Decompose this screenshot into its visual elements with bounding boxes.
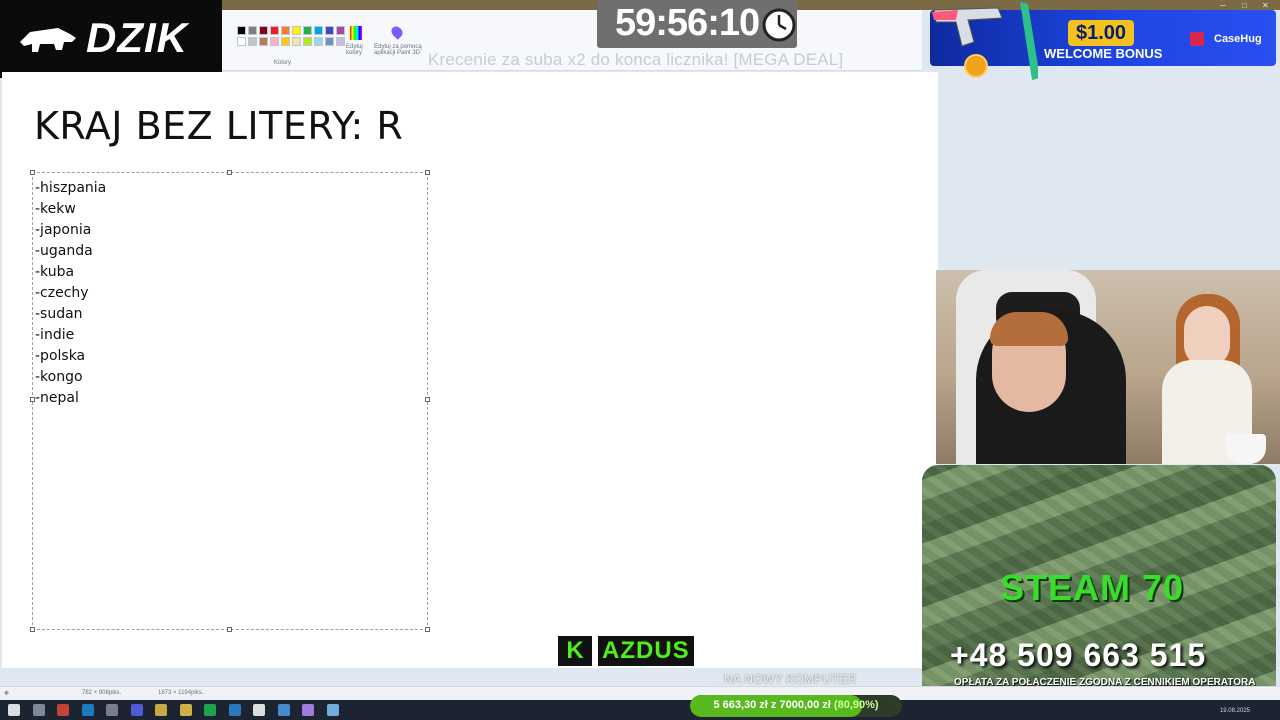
app-icon[interactable] xyxy=(302,704,314,716)
goal-label: NA NOWY KOMPUTER xyxy=(724,672,857,686)
color-swatch[interactable] xyxy=(259,37,268,46)
resize-handle[interactable] xyxy=(227,627,232,632)
paint3d-label[interactable]: Edytuj za pomocą aplikacji Paint 3D xyxy=(374,44,424,56)
list-item: -uganda xyxy=(35,243,93,259)
list-item: -polska xyxy=(35,348,86,364)
color-swatch[interactable] xyxy=(281,37,290,46)
logo-text: DZIK xyxy=(86,14,188,61)
resize-handle[interactable] xyxy=(30,397,35,402)
color-swatch[interactable] xyxy=(314,37,323,46)
paint-canvas[interactable]: KRAJ BEZ LITERY: R -hiszpania -kekw -japon… xyxy=(2,72,938,668)
color-swatch[interactable] xyxy=(325,37,334,46)
color-swatch[interactable] xyxy=(248,37,257,46)
kick-username: AZDUS xyxy=(598,636,694,666)
list-item: -sudan xyxy=(35,306,83,322)
ticker-text: Krecenie za suba x2 do konca licznika! [… xyxy=(428,50,844,69)
ad-title: STEAM 70 xyxy=(1000,567,1185,608)
donation-text-wrap: 5 663,30 zł z 7000,00 zł (80,90%) xyxy=(690,699,902,711)
donation-percent: (80,90%) xyxy=(833,699,879,711)
boar-icon xyxy=(20,28,76,52)
dzik-logo: DZIK xyxy=(0,0,222,78)
color-swatch[interactable] xyxy=(281,26,290,35)
resize-handle[interactable] xyxy=(30,627,35,632)
taskbar-date: 19.08.2025 xyxy=(1219,708,1250,714)
bonus-amount: $1.00 xyxy=(1068,20,1135,46)
edit-colors-icon[interactable] xyxy=(350,26,362,40)
minimize-button[interactable]: ─ xyxy=(1220,1,1226,10)
color-palette xyxy=(237,26,345,46)
color-swatch[interactable] xyxy=(314,26,323,35)
discord-icon[interactable] xyxy=(130,704,143,716)
color-swatch[interactable] xyxy=(270,37,279,46)
cup xyxy=(1226,434,1266,464)
list-item: -kongo xyxy=(35,369,83,385)
color-swatch[interactable] xyxy=(303,37,312,46)
color-swatch[interactable] xyxy=(325,26,334,35)
paint-icon[interactable] xyxy=(277,704,290,716)
opera-icon[interactable] xyxy=(57,704,69,716)
paint-status-bar: ✥ 782 × 908piks. 1873 × 1194piks. xyxy=(0,686,1280,701)
list-item: -nepal xyxy=(35,390,79,406)
casehug-icon xyxy=(1190,32,1204,46)
color-swatch[interactable] xyxy=(303,26,312,35)
taskbar: 19.08.2025 xyxy=(0,700,1280,720)
color-swatch[interactable] xyxy=(237,26,246,35)
donation-amount: 5 663,30 zł z 7000,00 zł xyxy=(713,699,831,711)
maximize-button[interactable]: □ xyxy=(1242,1,1247,10)
donation-progress-bar: 5 663,30 zł z 7000,00 zł (80,90%) xyxy=(690,695,902,717)
list-item: -hiszpania xyxy=(35,180,107,196)
close-button[interactable]: ✕ xyxy=(1262,1,1269,10)
resize-handle[interactable] xyxy=(425,627,430,632)
color-swatch[interactable] xyxy=(292,37,301,46)
resize-handle[interactable] xyxy=(227,170,232,175)
casehug-brand: CaseHug xyxy=(1214,33,1262,45)
start-icon[interactable] xyxy=(8,704,20,716)
canvas-heading: KRAJ BEZ LITERY: R xyxy=(34,104,404,148)
clock-icon xyxy=(762,8,796,42)
resize-handle[interactable] xyxy=(425,170,430,175)
color-swatch[interactable] xyxy=(336,26,345,35)
color-swatch[interactable] xyxy=(270,26,279,35)
coin-icon xyxy=(964,54,988,78)
text-box[interactable]: -hiszpania -kekw -japonia -uganda -kuba -czec… xyxy=(30,170,430,632)
cursor-icon: ✥ xyxy=(4,691,10,697)
mail-icon[interactable] xyxy=(228,704,241,716)
notion-icon[interactable] xyxy=(253,704,265,716)
selection-size: 782 × 908piks. xyxy=(82,690,122,696)
country-list: -hiszpania -kekw -japonia -uganda -kuba -czec… xyxy=(35,178,106,409)
edit-colors-label[interactable]: Edytuj kolory xyxy=(346,44,366,56)
search-icon[interactable] xyxy=(32,704,45,716)
edge-icon[interactable] xyxy=(81,704,94,716)
guest-head xyxy=(1184,306,1230,368)
resize-handle[interactable] xyxy=(30,170,35,175)
webcam-feed xyxy=(936,270,1280,464)
colors-label: Kolory xyxy=(274,60,292,66)
list-item: -kuba xyxy=(35,264,75,280)
list-item: -czechy xyxy=(35,285,89,301)
paint3d-icon[interactable] xyxy=(389,24,405,40)
list-item: -indie xyxy=(35,327,75,343)
kick-logo: K xyxy=(558,636,592,666)
color-swatch[interactable] xyxy=(259,26,268,35)
streamer-hair xyxy=(990,312,1068,346)
vpn-icon[interactable] xyxy=(106,704,118,716)
ad-phone: +48 509 663 515 xyxy=(950,637,1207,673)
chrome-icon[interactable] xyxy=(155,704,167,716)
color-swatch[interactable] xyxy=(237,37,246,46)
spotify-icon[interactable] xyxy=(204,704,216,716)
sms-ad: STEAM 70 +48 509 663 515 OPŁATA ZA POŁĄC… xyxy=(922,465,1276,715)
list-item: -kekw xyxy=(35,201,76,217)
color-swatch[interactable] xyxy=(248,26,257,35)
resize-handle[interactable] xyxy=(425,397,430,402)
list-item: -japonia xyxy=(35,222,92,238)
canvas-size: 1873 × 1194piks. xyxy=(158,690,204,696)
file-explorer-icon[interactable] xyxy=(179,704,192,716)
paint-active-icon[interactable] xyxy=(326,704,339,716)
bonus-label: WELCOME BONUS xyxy=(1044,46,1163,61)
color-swatch[interactable] xyxy=(336,37,345,46)
countdown-timer: 59:56:10 xyxy=(615,2,760,44)
color-swatch[interactable] xyxy=(292,26,301,35)
